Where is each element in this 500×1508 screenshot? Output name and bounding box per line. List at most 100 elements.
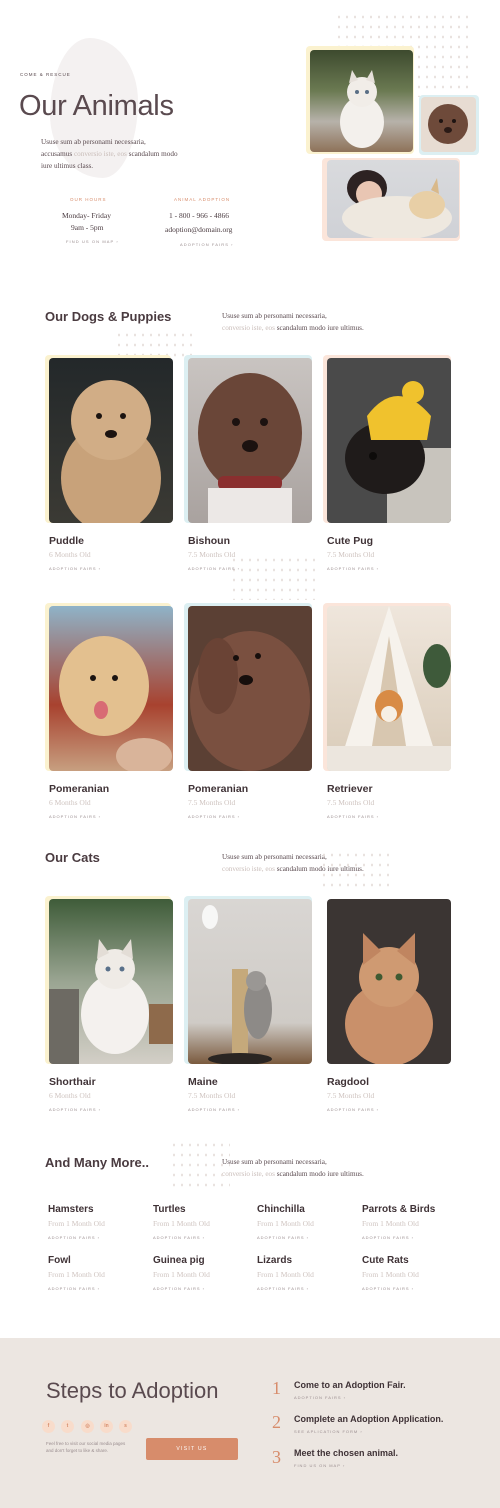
steps-footer: Steps to Adoption f t ◎ in s Feel free t… [0,1338,500,1508]
dog-2-adoption-fairs-link[interactable]: ADOPTION FAIRS › [188,566,240,571]
step-2-title: Complete an Adoption Application. [294,1414,444,1424]
dogs-decor-dots-2 [230,555,320,600]
instagram-icon[interactable]: ◎ [81,1420,94,1433]
hero-adoption-fairs-link[interactable]: ADOPTION FAIRS › [180,242,234,247]
social-note-line-1: Feel free to visit our social media page… [46,1441,126,1446]
puddle-illustration [61,380,161,523]
more-item-2-name: Turtles [153,1204,186,1215]
cat-1-photo[interactable] [49,899,173,1064]
step-1-link-label: ADOPTION FAIRS [294,1395,342,1400]
more-item-1-name: Hamsters [48,1204,94,1215]
dogs-text-muted: conversio iste, eos [222,324,275,332]
dog-1-link-label: ADOPTION FAIRS [49,566,97,571]
cat-2-photo[interactable] [188,899,312,1064]
step-3-link[interactable]: FIND US ON MAP › [294,1463,345,1468]
more-item-1-link[interactable]: ADOPTION FAIRS › [48,1235,100,1240]
dog-6-photo[interactable] [327,606,451,771]
dog-1-age: 6 Months Old [49,550,91,559]
more-item-2-age: From 1 Month Old [153,1219,210,1228]
find-us-on-map-link[interactable]: FIND US ON MAP › [66,239,119,244]
step-3-number: 3 [272,1447,281,1467]
more-item-2-link-label: ADOPTION FAIRS [153,1235,201,1240]
visit-us-button[interactable]: VISIT US [146,1438,238,1460]
more-item-3-link[interactable]: ADOPTION FAIRS › [257,1235,309,1240]
more-item-1-age: From 1 Month Old [48,1219,105,1228]
more-item-6-name: Guinea pig [153,1255,205,1266]
woman-dog-illustration [342,170,452,238]
cat-1-age: 6 Months Old [49,1091,91,1100]
dog-2-photo[interactable] [188,358,312,523]
more-item-1-link-label: ADOPTION FAIRS [48,1235,96,1240]
hours-time: 9am - 5pm [71,223,104,232]
dog-4-age: 6 Months Old [49,798,91,807]
cat-2-name: Maine [188,1076,218,1088]
more-item-4-age: From 1 Month Old [362,1219,419,1228]
more-item-5-link[interactable]: ADOPTION FAIRS › [48,1286,100,1291]
hero-photo-poodle [421,97,476,152]
steps-title: Steps to Adoption [46,1378,219,1403]
dog-6-adoption-fairs-link[interactable]: ADOPTION FAIRS › [327,814,379,819]
hero-intro-line-3: iure ultimus class. [41,162,94,170]
cats-text-muted: conversio iste, eos [222,865,275,873]
dogs-text-tail: scandalum modo iure ultimus. [276,324,364,332]
facebook-icon[interactable]: f [42,1420,55,1433]
dog-5-age: 7.5 Months Old [188,798,236,807]
dog-3-age: 7.5 Months Old [327,550,375,559]
step-2-link[interactable]: SEE APLICATION FORM › [294,1429,363,1434]
more-item-3-link-label: ADOPTION FAIRS [257,1235,305,1240]
more-item-7-name: Lizards [257,1255,293,1266]
more-text-line-2: conversio iste, eos scandalum modo iure … [222,1168,392,1180]
dogs-section-title: Our Dogs & Puppies [45,309,172,324]
step-1-link[interactable]: ADOPTION FAIRS › [294,1395,346,1400]
hours-label: OUR HOURS [70,197,107,202]
pomeranian-illustration-2 [190,631,310,771]
linkedin-icon[interactable]: in [100,1420,113,1433]
dog-4-adoption-fairs-link[interactable]: ADOPTION FAIRS › [49,814,101,819]
maine-illustration [202,905,272,1064]
retriever-illustration [327,606,451,771]
cat-1-adoption-fairs-link[interactable]: ADOPTION FAIRS › [49,1107,101,1112]
dog-6-age: 7.5 Months Old [327,798,375,807]
dog-6-name: Retriever [327,783,373,795]
dog-5-adoption-fairs-link[interactable]: ADOPTION FAIRS › [188,814,240,819]
ragdool-illustration [345,933,433,1064]
hero-photo-cat [310,50,413,152]
hero-adoption-fairs-label: ADOPTION FAIRS [180,242,229,247]
pomeranian-illustration-1 [59,636,172,771]
adoption-email: adoption@domain.org [165,225,233,234]
more-item-7-link[interactable]: ADOPTION FAIRS › [257,1286,309,1291]
dog-5-photo[interactable] [188,606,312,771]
find-us-on-map-label: FIND US ON MAP [66,239,115,244]
skype-icon[interactable]: s [119,1420,132,1433]
more-decor-dots [170,1140,230,1190]
more-item-8-link[interactable]: ADOPTION FAIRS › [362,1286,414,1291]
dog-2-link-label: ADOPTION FAIRS [188,566,236,571]
page-title: Our Animals [19,90,174,122]
more-item-6-link[interactable]: ADOPTION FAIRS › [153,1286,205,1291]
adoption-phone: 1 - 800 - 966 - 4866 [169,211,229,220]
shorthair-illustration [49,939,173,1064]
cat-2-adoption-fairs-link[interactable]: ADOPTION FAIRS › [188,1107,240,1112]
twitter-icon[interactable]: t [61,1420,74,1433]
more-item-4-link[interactable]: ADOPTION FAIRS › [362,1235,414,1240]
step-2-number: 2 [272,1412,281,1432]
dog-3-photo[interactable] [327,358,451,523]
more-item-3-age: From 1 Month Old [257,1219,314,1228]
step-2-link-label: SEE APLICATION FORM [294,1429,359,1434]
hero-intro-text-tail: scandalum modo [128,150,178,158]
cat-3-link-label: ADOPTION FAIRS [327,1107,375,1112]
dog-2-name: Bishoun [188,535,230,547]
cat-3-adoption-fairs-link[interactable]: ADOPTION FAIRS › [327,1107,379,1112]
dog-1-photo[interactable] [49,358,173,523]
more-item-2-link[interactable]: ADOPTION FAIRS › [153,1235,205,1240]
step-3-link-label: FIND US ON MAP [294,1463,341,1468]
dog-3-link-label: ADOPTION FAIRS [327,566,375,571]
dog-1-adoption-fairs-link[interactable]: ADOPTION FAIRS › [49,566,101,571]
dog-3-adoption-fairs-link[interactable]: ADOPTION FAIRS › [327,566,379,571]
cat-3-photo[interactable] [327,899,451,1064]
bishoun-illustration [198,373,302,523]
dog-4-photo[interactable] [49,606,173,771]
dogs-text-line-2: conversio iste, eos scandalum modo iure … [222,322,392,334]
dogs-section-text: Ususe sum ab personami necessaria, conve… [222,310,392,334]
cat-2-link-label: ADOPTION FAIRS [188,1107,236,1112]
